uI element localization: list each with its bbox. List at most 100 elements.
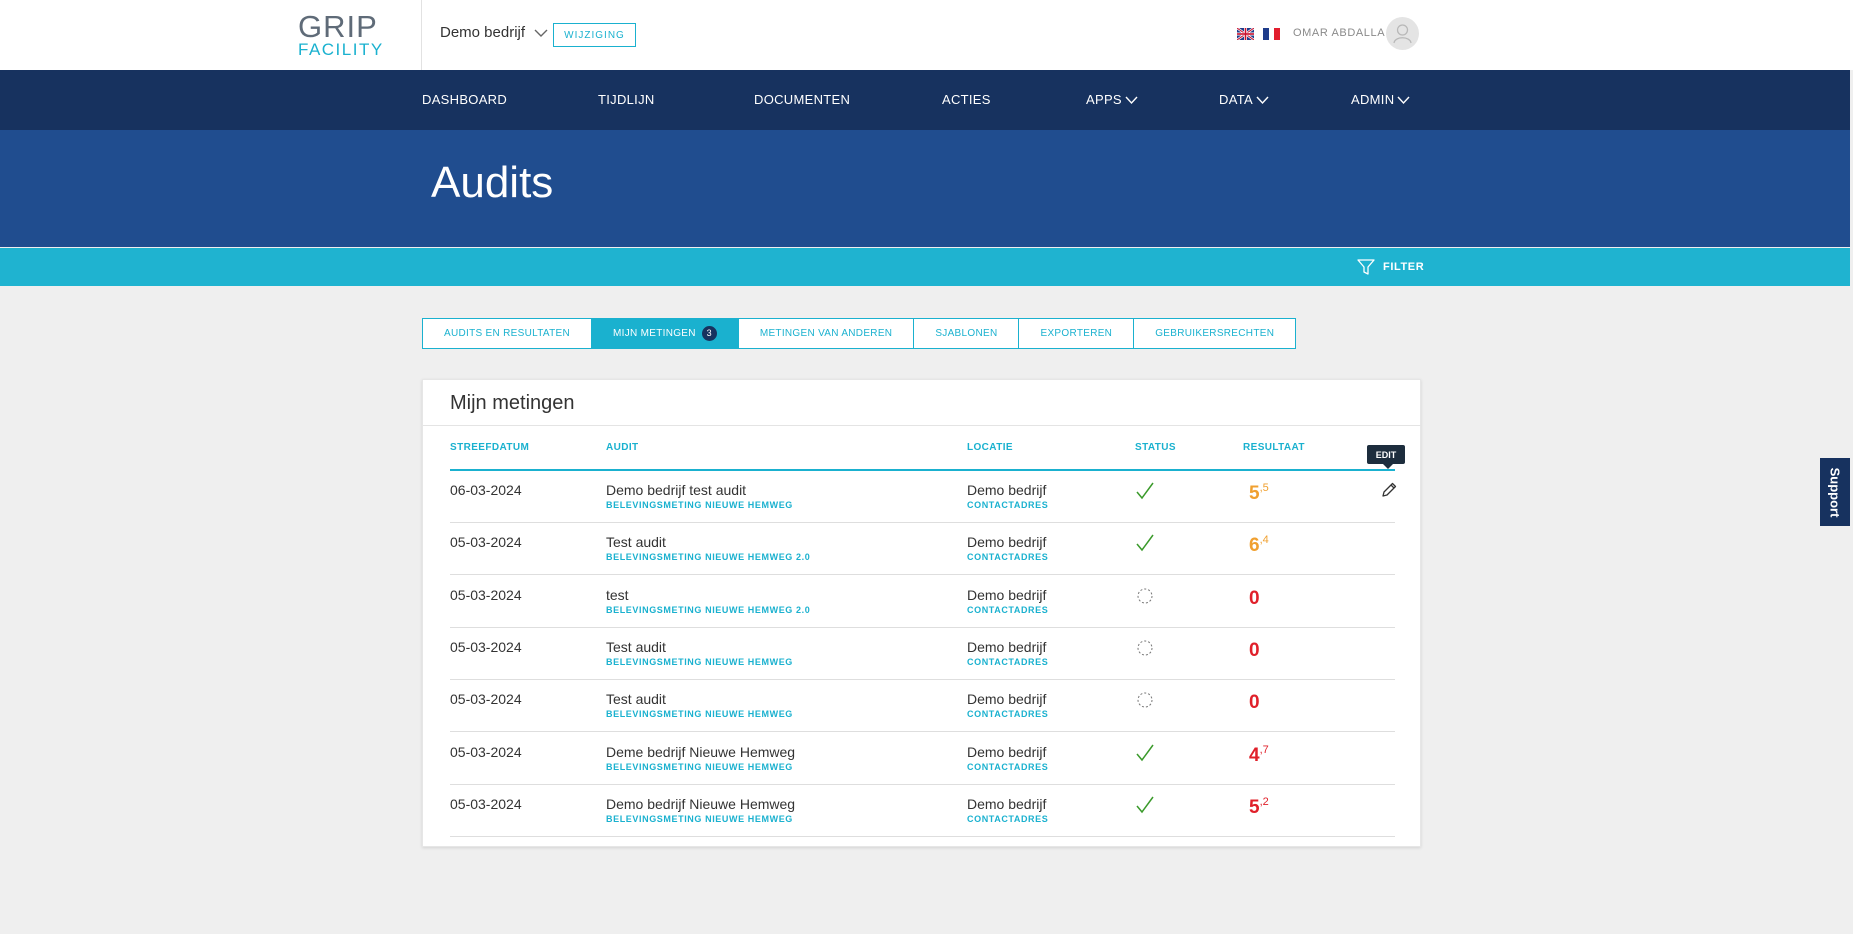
audit-template: BELEVINGSMETING NIEUWE HEMWEG 2.0 — [606, 552, 811, 563]
table-row[interactable]: 05-03-2024 test BELEVINGSMETING NIEUWE HEM… — [450, 576, 1395, 628]
score-integer: 5 — [1249, 796, 1260, 818]
user-icon — [1393, 24, 1412, 44]
audit-name[interactable]: Test audit — [606, 639, 666, 655]
table-row[interactable]: 05-03-2024 Test audit BELEVINGSMETING NIEU… — [450, 523, 1395, 576]
nav-apps[interactable]: APPS — [1086, 92, 1138, 107]
location-address: CONTACTADRES — [967, 604, 1049, 615]
pending-circle-icon — [1137, 692, 1153, 708]
logo-divider — [421, 0, 422, 70]
nav-label: DATA — [1219, 92, 1253, 107]
result-score: 0 — [1249, 587, 1260, 610]
logo-line-1: GRIP — [298, 9, 378, 44]
user-name[interactable]: OMAR ABDALLA — [1293, 27, 1385, 39]
nav-label: TIJDLIJN — [598, 92, 655, 107]
score-integer: 0 — [1249, 692, 1260, 714]
column-header-locatie[interactable]: LOCATIE — [967, 442, 1013, 453]
audit-name[interactable]: Deme bedrijf Nieuwe Hemweg — [606, 744, 795, 760]
score-integer: 0 — [1249, 587, 1260, 609]
tab-label: GEBRUIKERSRECHTEN — [1155, 328, 1275, 339]
nav-label: ACTIES — [942, 92, 991, 107]
table-row[interactable]: 05-03-2024 Test audit BELEVINGSMETING NIEU… — [450, 680, 1395, 733]
pencil-edit-icon[interactable] — [1380, 481, 1398, 499]
result-score: 5,2 — [1249, 796, 1269, 819]
nav-label: DOCUMENTEN — [754, 92, 851, 107]
table-row[interactable]: 05-03-2024 Deme bedrijf Nieuwe Hemweg BELE… — [450, 733, 1395, 785]
target-date: 05-03-2024 — [450, 743, 522, 760]
target-date: 05-03-2024 — [450, 586, 522, 603]
table-row[interactable]: 05-03-2024 Test audit BELEVINGSMETING NIEU… — [450, 628, 1395, 680]
location-address: CONTACTADRES — [967, 656, 1049, 667]
chevron-down-icon[interactable] — [533, 26, 549, 40]
filter-icon — [1357, 259, 1375, 275]
change-company-button[interactable]: WIJZIGING — [553, 23, 636, 47]
target-date: 05-03-2024 — [450, 795, 522, 812]
audit-template: BELEVINGSMETING NIEUWE HEMWEG — [606, 813, 793, 824]
table-row[interactable]: 05-03-2024 Demo bedrijf Nieuwe Hemweg BELE… — [450, 785, 1395, 837]
nav-label: DASHBOARD — [422, 92, 508, 107]
audit-template: BELEVINGSMETING NIEUWE HEMWEG — [606, 709, 793, 720]
location-name: Demo bedrijf — [967, 534, 1047, 551]
location-address: CONTACTADRES — [967, 813, 1049, 824]
tab-exporteren[interactable]: EXPORTEREN — [1019, 319, 1135, 348]
checkmark-icon — [1136, 744, 1154, 761]
avatar[interactable] — [1386, 17, 1419, 50]
nav-admin[interactable]: ADMIN — [1351, 92, 1410, 107]
page-header: Audits — [0, 130, 1850, 247]
support-tab[interactable]: Support — [1820, 458, 1850, 526]
score-decimal: ,4 — [1259, 534, 1269, 547]
column-header-streefdatum[interactable]: STREEFDATUM — [450, 442, 529, 453]
location-address: CONTACTADRES — [967, 761, 1049, 772]
column-header-resultaat[interactable]: RESULTAAT — [1243, 442, 1305, 453]
location-address: CONTACTADRES — [967, 709, 1049, 720]
tab-gebruikersrechten[interactable]: GEBRUIKERSRECHTEN — [1134, 319, 1295, 348]
chevron-down-icon — [1397, 96, 1410, 104]
checkmark-icon — [1136, 796, 1154, 814]
tab-label: AUDITS EN RESULTATEN — [444, 328, 571, 339]
result-score: 4,7 — [1249, 744, 1269, 767]
tab-mijn-metingen[interactable]: MIJN METINGEN 3 — [592, 319, 739, 348]
nav-acties[interactable]: ACTIES — [942, 92, 991, 107]
tab-audits-en-resultaten[interactable]: AUDITS EN RESULTATEN — [423, 319, 593, 348]
tab-label: EXPORTEREN — [1040, 328, 1113, 339]
uk-flag-icon[interactable] — [1237, 28, 1254, 40]
table-row[interactable]: 06-03-2024 Demo bedrijf test audit BELEVIN… — [450, 471, 1398, 523]
nav-documenten[interactable]: DOCUMENTEN — [754, 92, 850, 107]
logo-line-2: FACILITY — [298, 40, 384, 59]
nav-label: ADMIN — [1351, 92, 1395, 107]
column-header-audit[interactable]: AUDIT — [606, 442, 639, 453]
nav-dashboard[interactable]: DASHBOARD — [422, 92, 507, 107]
chevron-down-icon — [1256, 96, 1269, 104]
count-badge: 3 — [701, 326, 717, 341]
audit-name[interactable]: Demo bedrijf Nieuwe Hemweg — [606, 796, 795, 812]
audit-name[interactable]: Test audit — [606, 534, 666, 550]
audit-template: BELEVINGSMETING NIEUWE HEMWEG — [606, 761, 793, 772]
tab-metingen-van-anderen[interactable]: METINGEN VAN ANDEREN — [739, 319, 915, 348]
edit-tooltip: EDIT — [1367, 445, 1405, 469]
score-integer: 4 — [1249, 744, 1260, 766]
main-navigation: DASHBOARD TIJDLIJN DOCUMENTEN ACTIES APP… — [0, 70, 1850, 130]
audit-name[interactable]: test — [606, 587, 629, 603]
score-integer: 0 — [1249, 639, 1260, 661]
location-name: Demo bedrijf — [967, 743, 1047, 760]
audit-name[interactable]: Demo bedrijf test audit — [606, 482, 746, 498]
location-address: CONTACTADRES — [967, 500, 1049, 510]
grip-facility-logo[interactable]: GRIP FACILITY — [298, 9, 384, 59]
score-decimal: ,5 — [1259, 482, 1269, 494]
checkmark-icon — [1136, 534, 1154, 552]
column-header-status[interactable]: STATUS — [1135, 442, 1176, 453]
nav-data[interactable]: DATA — [1219, 92, 1269, 107]
location-name: Demo bedrijf — [967, 586, 1047, 603]
company-name[interactable]: Demo bedrijf — [440, 24, 525, 41]
filter-button[interactable]: FILTER — [1357, 258, 1424, 276]
pending-circle-icon — [1137, 640, 1153, 656]
checkmark-icon — [1136, 482, 1154, 500]
audit-name[interactable]: Test audit — [606, 691, 666, 707]
tab-bar: AUDITS EN RESULTATEN MIJN METINGEN 3 METI… — [422, 318, 1297, 349]
top-bar: GRIP FACILITY Demo bedrijf WIJZIGING OMA… — [0, 0, 1853, 70]
score-integer: 5 — [1249, 483, 1260, 504]
nav-tijdlijn[interactable]: TIJDLIJN — [598, 92, 655, 107]
fr-flag-icon[interactable] — [1263, 28, 1280, 40]
tab-sjablonen[interactable]: SJABLONEN — [914, 319, 1020, 348]
filter-bar: FILTER — [0, 248, 1850, 286]
filter-label: FILTER — [1383, 261, 1425, 273]
